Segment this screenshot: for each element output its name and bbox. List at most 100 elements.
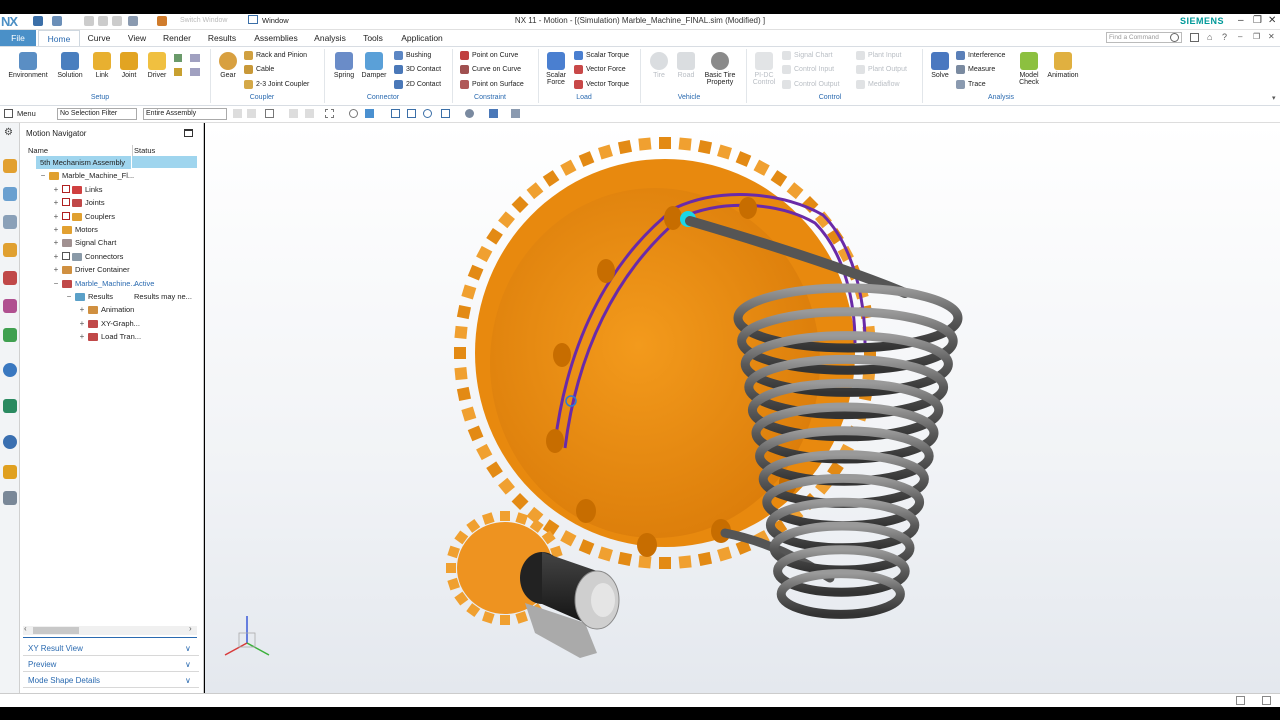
drive-motor[interactable]	[520, 552, 620, 658]
restore-doc-icon[interactable]: ❐	[1253, 32, 1260, 41]
view-cube-icon[interactable]	[365, 109, 374, 118]
damper-button[interactable]: Damper	[358, 52, 390, 79]
tab-results[interactable]: Results	[202, 30, 242, 46]
visibility-checkbox[interactable]	[62, 198, 70, 207]
tree-row[interactable]: + Connectors	[20, 250, 204, 263]
tree-row[interactable]: + Animation	[20, 303, 204, 316]
scroll-right-icon[interactable]: ›	[189, 624, 192, 633]
point-on-surface-button[interactable]: Point on Surface	[460, 79, 524, 92]
tree-row[interactable]: + Load Tran...	[20, 330, 204, 343]
measure-button[interactable]: Measure	[956, 64, 995, 77]
expand-toggle-icon[interactable]: −	[65, 290, 73, 303]
rectangle-select-icon[interactable]	[325, 109, 334, 118]
scalar-torque-button[interactable]: Scalar Torque	[574, 50, 629, 63]
filter-icon[interactable]	[233, 109, 242, 118]
tree-row[interactable]: + Motors	[20, 223, 204, 236]
tree-row[interactable]: − Marble_Machine_Fl...	[20, 169, 204, 182]
fx-function-icon[interactable]	[190, 54, 200, 62]
hd3d-tools-icon[interactable]	[3, 299, 17, 313]
snap-icon[interactable]	[265, 109, 274, 118]
control-output-button[interactable]: Control Output	[782, 79, 840, 92]
spring-button[interactable]: Spring	[330, 52, 358, 79]
tree-row[interactable]: + XY-Graph...	[20, 317, 204, 330]
maximize-panel-icon[interactable]	[184, 129, 193, 137]
expand-toggle-icon[interactable]: +	[52, 223, 60, 236]
tab-curve[interactable]: Curve	[84, 30, 114, 46]
visibility-checkbox[interactable]	[62, 251, 70, 260]
expand-toggle-icon[interactable]: +	[78, 303, 86, 316]
settings-gear-icon[interactable]: ⚙	[4, 127, 13, 138]
plant-output-button[interactable]: Plant Output	[856, 64, 907, 77]
lasso-icon[interactable]	[305, 109, 314, 118]
rotate-icon[interactable]	[423, 109, 432, 118]
joint-button[interactable]: Joint	[116, 52, 142, 79]
tab-analysis[interactable]: Analysis	[310, 30, 350, 46]
system-materials-icon[interactable]	[3, 491, 17, 505]
vector-force-button[interactable]: Vector Force	[574, 64, 626, 77]
plant-input-button[interactable]: Plant Input	[856, 50, 901, 63]
home-icon[interactable]: ⌂	[1207, 32, 1212, 42]
contact-3d-button[interactable]: 3D Contact	[394, 64, 441, 77]
driver-button[interactable]: Driver	[144, 52, 170, 79]
rack-and-pinion-button[interactable]: Rack and Pinion	[244, 50, 307, 63]
pi-dc-control-button[interactable]: PI-DC Control	[750, 52, 778, 86]
assembly-scope-select[interactable]: Entire Assembly	[143, 108, 227, 120]
trace-button[interactable]: Trace	[956, 79, 986, 92]
minimize-ribbon-icon[interactable]: –	[1238, 32, 1242, 41]
tree-row[interactable]: + Signal Chart	[20, 236, 204, 249]
web-browser-icon[interactable]	[3, 328, 17, 342]
tree-row[interactable]: + Couplers	[20, 210, 204, 223]
visibility-checkbox[interactable]	[62, 211, 70, 220]
model-check-button[interactable]: Model Check	[1014, 52, 1044, 86]
selection-filter-select[interactable]: No Selection Filter	[57, 108, 137, 120]
column-name-header[interactable]: Name	[28, 146, 48, 155]
tab-assemblies[interactable]: Assemblies	[248, 30, 304, 46]
marker-icon[interactable]	[174, 54, 182, 62]
marble-machine-model[interactable]	[205, 123, 1280, 693]
tab-file[interactable]: File	[0, 30, 36, 46]
restore-icon[interactable]: ❐	[1253, 15, 1262, 26]
show-hide-icon[interactable]	[511, 109, 520, 118]
search-icon[interactable]	[1170, 33, 1179, 42]
shading-icon[interactable]	[489, 109, 498, 118]
basic-tire-property-button[interactable]: Basic Tire Property	[700, 52, 740, 86]
tire-button[interactable]: Tire	[648, 52, 670, 79]
gear-button[interactable]: Gear	[216, 52, 240, 79]
tab-application[interactable]: Application	[396, 30, 448, 46]
process-studio-icon[interactable]	[3, 399, 17, 413]
status-icon-2[interactable]	[1262, 696, 1271, 705]
graphics-viewport[interactable]	[205, 123, 1280, 693]
interference-button[interactable]: Interference	[956, 50, 1005, 63]
point-on-curve-button[interactable]: Point on Curve	[460, 50, 518, 63]
assembly-navigator-icon[interactable]	[3, 187, 17, 201]
reuse-library-icon[interactable]	[3, 271, 17, 285]
point-icon[interactable]	[174, 68, 182, 76]
preview-panel[interactable]: Preview ∨	[23, 657, 199, 672]
tab-tools[interactable]: Tools	[356, 30, 390, 46]
expand-toggle-icon[interactable]: −	[52, 277, 60, 290]
minimize-icon[interactable]: –	[1238, 15, 1244, 26]
scrollbar-thumb[interactable]	[33, 627, 79, 634]
expand-toggle-icon[interactable]: +	[78, 330, 86, 343]
menu-button[interactable]: Menu	[17, 109, 36, 118]
link-button[interactable]: Link	[90, 52, 114, 79]
xy-result-view-panel[interactable]: XY Result View ∨	[23, 641, 199, 656]
tree-row[interactable]: − Results Results may ne...	[20, 290, 204, 303]
resource-bar-icon[interactable]	[1190, 33, 1199, 42]
expand-toggle-icon[interactable]: +	[52, 250, 60, 263]
horizontal-scrollbar[interactable]: ‹ ›	[23, 624, 197, 635]
motion-navigator-icon[interactable]	[3, 159, 17, 173]
tab-home[interactable]: Home	[38, 30, 80, 46]
close-doc-icon[interactable]: ✕	[1268, 32, 1275, 41]
joint-coupler-button[interactable]: 2-3 Joint Coupler	[244, 79, 309, 92]
render-style-icon[interactable]	[465, 109, 474, 118]
help-icon[interactable]: ?	[1222, 32, 1227, 42]
clock-icon[interactable]	[3, 435, 17, 449]
zoom-icon[interactable]	[407, 109, 416, 118]
fx-variable-icon[interactable]	[190, 68, 200, 76]
bushing-button[interactable]: Bushing	[394, 50, 431, 63]
expand-toggle-icon[interactable]: +	[78, 317, 86, 330]
tree-row[interactable]: + Links	[20, 183, 204, 196]
signal-chart-button[interactable]: Signal Chart	[782, 50, 833, 63]
constraint-navigator-icon[interactable]	[3, 215, 17, 229]
